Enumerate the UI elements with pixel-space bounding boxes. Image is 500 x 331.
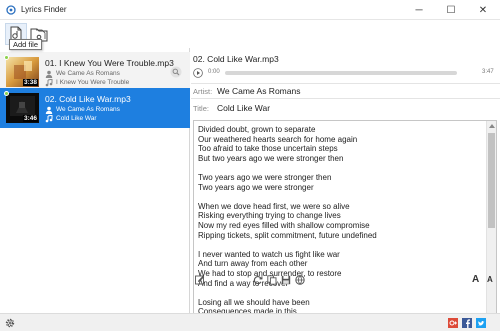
track-item-selected[interactable]: 3:46 02. Cold Like War.mp3 We Came As Ro… xyxy=(0,88,190,128)
twitter-icon[interactable] xyxy=(476,318,486,328)
settings-icon[interactable] xyxy=(5,318,15,328)
artist-icon xyxy=(45,70,53,78)
google-plus-icon[interactable] xyxy=(448,318,458,328)
add-file-tooltip: Add file xyxy=(9,39,43,50)
track-title: 02. Cold Like War.mp3 xyxy=(45,94,131,104)
maximize-button[interactable]: ☐ xyxy=(436,0,466,20)
scroll-thumb[interactable] xyxy=(488,133,495,228)
play-button[interactable] xyxy=(193,68,203,78)
music-note-icon xyxy=(45,79,53,87)
lyric-line xyxy=(198,163,483,173)
lyric-line: Now my red eyes filled with shallow comp… xyxy=(198,220,370,230)
track-duration: 3:38 xyxy=(22,79,38,86)
close-button[interactable]: ✕ xyxy=(468,0,498,20)
lyric-line: Ripping tickets, split commitment, futur… xyxy=(198,230,377,240)
lyric-line xyxy=(198,288,483,298)
lyric-line: Two years ago we were stronger xyxy=(198,182,314,192)
time-elapsed: 0:00 xyxy=(208,69,220,75)
edit-icon[interactable] xyxy=(195,275,205,285)
time-total: 3:47 xyxy=(482,69,494,75)
app-logo-icon xyxy=(6,5,16,15)
artist-label: Artist: xyxy=(193,87,213,96)
album-art: 3:38 xyxy=(6,57,39,87)
title-label: Title: xyxy=(193,104,209,113)
status-dot xyxy=(4,91,9,96)
status-dot xyxy=(4,55,9,60)
track-list: 3:38 01. I Knew You Were Trouble.mp3 We … xyxy=(0,48,190,313)
increase-font-button[interactable]: A xyxy=(472,274,479,285)
track-song: Cold Like War xyxy=(56,115,97,122)
lyric-line: Divided doubt, grown to separate xyxy=(198,125,316,134)
save-icon[interactable] xyxy=(281,275,291,285)
track-artist: We Came As Romans xyxy=(56,70,120,77)
lyric-line: Two years ago we were stronger then xyxy=(198,172,332,182)
title-bar: Lyrics Finder ─ ☐ ✕ xyxy=(0,0,500,20)
divider xyxy=(191,83,500,84)
track-title: 01. I Knew You Were Trouble.mp3 xyxy=(45,58,174,68)
lyric-line xyxy=(198,192,483,202)
album-art: 3:46 xyxy=(6,93,39,123)
lyric-line: I never wanted to watch us fight like wa… xyxy=(198,249,340,259)
lyric-line: Losing all we should have been xyxy=(198,297,310,307)
toolbar xyxy=(0,20,500,48)
status-bar xyxy=(0,313,500,331)
artist-field[interactable]: We Came As Romans xyxy=(217,86,300,96)
current-file-name: 02. Cold Like War.mp3 xyxy=(193,54,279,64)
search-icon xyxy=(170,66,182,78)
lyric-line: But two years ago we were stronger then xyxy=(198,153,344,163)
lyrics-scrollbar[interactable] xyxy=(486,121,496,331)
seek-bar[interactable] xyxy=(225,71,457,75)
lyric-line: Risking everything trying to change live… xyxy=(198,211,341,221)
divider xyxy=(191,98,500,99)
copy-icon[interactable] xyxy=(267,275,277,285)
title-field[interactable]: Cold Like War xyxy=(217,103,270,113)
lyric-line: Too afraid to take those uncertain steps xyxy=(198,144,338,154)
web-icon[interactable] xyxy=(295,275,305,285)
music-note-icon xyxy=(45,115,53,123)
track-artist: We Came As Romans xyxy=(56,106,120,113)
lyric-line: When we dove head first, we were so aliv… xyxy=(198,201,350,211)
track-duration: 3:46 xyxy=(22,115,38,122)
lyrics-toolbar: A A xyxy=(191,274,500,288)
window-title: Lyrics Finder xyxy=(21,5,67,14)
lyric-line: And turn away from each other xyxy=(198,259,308,269)
refresh-icon[interactable] xyxy=(253,275,263,285)
lyric-line xyxy=(198,240,483,250)
minimize-button[interactable]: ─ xyxy=(404,0,434,20)
artist-icon xyxy=(45,106,53,114)
lyrics-text: Divided doubt, grown to separate Our weat… xyxy=(198,125,483,317)
detail-pane: 02. Cold Like War.mp3 0:00 3:47 Artist: … xyxy=(191,48,500,331)
track-song: I Knew You Were Trouble xyxy=(56,79,130,86)
lyric-line: Our weathered hearts search for home aga… xyxy=(198,134,358,144)
facebook-icon[interactable] xyxy=(462,318,472,328)
search-lyrics-button[interactable] xyxy=(170,66,182,78)
scroll-up-arrow-icon[interactable] xyxy=(489,124,495,128)
lyrics-textarea[interactable]: Divided doubt, grown to separate Our weat… xyxy=(193,120,497,331)
decrease-font-button[interactable]: A xyxy=(487,275,493,284)
track-item[interactable]: 3:38 01. I Knew You Were Trouble.mp3 We … xyxy=(0,52,190,92)
